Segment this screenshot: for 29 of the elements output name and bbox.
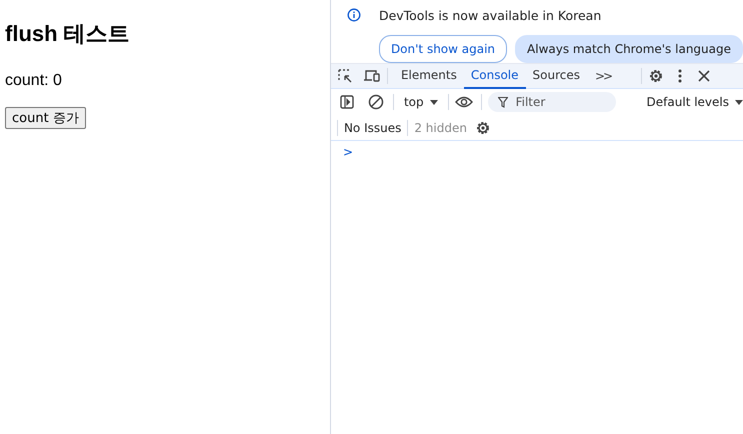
issues-count[interactable]: No Issues — [344, 120, 402, 134]
close-icon[interactable] — [698, 70, 710, 82]
panel-tab[interactable]: Sources — [526, 64, 587, 88]
match-language-button[interactable]: Always match Chrome's language — [515, 35, 743, 63]
filter-field[interactable]: Filter — [488, 92, 616, 112]
panel-tab[interactable]: Elements — [394, 64, 464, 88]
infobar-message: DevTools is now available in Korean — [378, 8, 602, 25]
eye-icon[interactable] — [454, 96, 473, 108]
clear-console-icon[interactable] — [368, 94, 384, 110]
inspect-icon[interactable] — [336, 68, 353, 84]
info-icon — [346, 8, 361, 22]
caret-icon — [735, 100, 743, 104]
issues-settings-icon[interactable] — [474, 120, 491, 136]
count-text: count: 0 — [5, 72, 62, 90]
context-selector[interactable]: top — [404, 95, 424, 109]
sidebar-icon[interactable] — [340, 95, 354, 109]
more-options-icon[interactable] — [678, 69, 682, 83]
hidden-count: 2 hidden — [414, 120, 467, 134]
settings-icon[interactable] — [648, 68, 664, 84]
filter-icon — [498, 97, 508, 108]
log-levels-selector[interactable]: Default levels — [646, 95, 729, 109]
more-tabs[interactable]: >> — [594, 69, 612, 83]
caret-icon — [430, 100, 438, 104]
panel-tab[interactable]: Console — [464, 64, 526, 88]
console-prompt[interactable]: > — [342, 145, 353, 159]
count-button[interactable]: count 증가 — [5, 107, 86, 129]
device-icon[interactable] — [362, 69, 381, 83]
dismiss-button[interactable]: Don't show again — [378, 35, 508, 63]
page-heading: flush 테스트 — [5, 20, 130, 48]
